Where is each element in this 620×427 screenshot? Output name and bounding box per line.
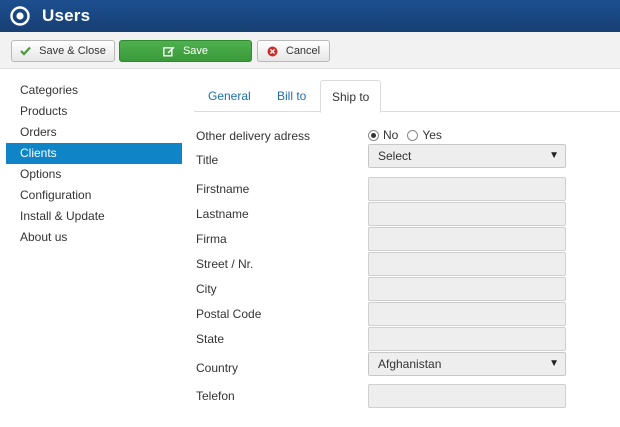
save-close-label: Save & Close [39, 45, 106, 57]
joomla-target-icon [10, 6, 30, 26]
tab-ship-to[interactable]: Ship to [320, 80, 382, 113]
radio-yes-label[interactable]: Yes [422, 128, 442, 142]
country-label: Country [196, 361, 239, 375]
header-bar: Users [0, 0, 620, 32]
country-select-value: Afghanistan [378, 357, 442, 371]
checkmark-icon [20, 46, 31, 56]
sidebar: Categories Products Orders Clients Optio… [6, 80, 182, 248]
cancel-icon [267, 46, 278, 57]
firma-field[interactable] [368, 227, 566, 251]
other-delivery-radio-group: No Yes [368, 128, 451, 142]
country-select[interactable]: Afghanistan ▼ [368, 352, 566, 376]
dropdown-caret-icon: ▼ [549, 150, 559, 161]
radio-no-label[interactable]: No [383, 128, 398, 142]
firstname-label: Firstname [196, 182, 250, 196]
title-select-value: Select [378, 149, 412, 163]
city-field[interactable] [368, 277, 566, 301]
page-title: Users [42, 6, 91, 25]
postal-code-label: Postal Code [196, 307, 262, 321]
save-button[interactable]: Save [119, 40, 252, 62]
sidebar-item-categories[interactable]: Categories [6, 80, 182, 101]
edit-icon [163, 46, 175, 57]
street-label: Street / Nr. [196, 257, 254, 271]
sidebar-item-products[interactable]: Products [6, 101, 182, 122]
street-field[interactable] [368, 252, 566, 276]
other-delivery-label: Other delivery adress [196, 129, 311, 143]
radio-no[interactable] [368, 129, 379, 141]
lastname-label: Lastname [196, 207, 249, 221]
toolbar: Save & Close Save Cancel [0, 32, 620, 69]
state-field[interactable] [368, 327, 566, 351]
save-label: Save [182, 45, 209, 57]
telefon-field[interactable] [368, 384, 566, 408]
title-select[interactable]: Select ▼ [368, 144, 566, 168]
tab-bill-to[interactable]: Bill to [269, 80, 314, 112]
firstname-field[interactable] [368, 177, 566, 201]
cancel-label: Cancel [285, 45, 321, 57]
firma-label: Firma [196, 232, 227, 246]
tab-general[interactable]: General [200, 80, 259, 112]
sidebar-item-about-us[interactable]: About us [6, 227, 182, 248]
telefon-label: Telefon [196, 389, 235, 403]
dropdown-caret-icon: ▼ [549, 358, 559, 369]
postal-code-field[interactable] [368, 302, 566, 326]
save-close-button[interactable]: Save & Close [11, 40, 115, 62]
state-label: State [196, 332, 225, 346]
cancel-button[interactable]: Cancel [257, 40, 330, 62]
sidebar-item-options[interactable]: Options [6, 164, 182, 185]
tab-bar: General Bill to Ship to [194, 80, 620, 113]
city-label: City [196, 282, 217, 296]
radio-yes[interactable] [407, 129, 419, 141]
sidebar-item-clients[interactable]: Clients [6, 143, 182, 164]
sidebar-item-orders[interactable]: Orders [6, 122, 182, 143]
sidebar-item-install-update[interactable]: Install & Update [6, 206, 182, 227]
title-label: Title [196, 153, 219, 167]
lastname-field[interactable] [368, 202, 566, 226]
sidebar-item-configuration[interactable]: Configuration [6, 185, 182, 206]
